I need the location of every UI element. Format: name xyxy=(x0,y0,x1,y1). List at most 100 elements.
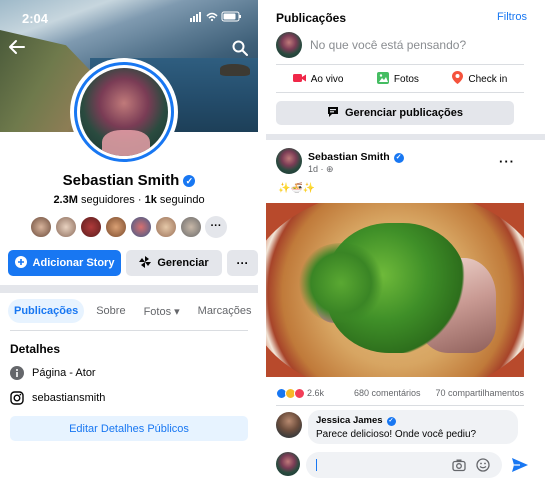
following-label: seguindo xyxy=(159,194,205,206)
signal-wifi-battery-icon xyxy=(190,11,241,22)
tab-publicacoes[interactable]: Publicações xyxy=(8,299,85,323)
friend-avatar[interactable] xyxy=(55,216,77,238)
profile-panel: 2:04 Sebastian Smith ✓ 2.3M seguidores ·… xyxy=(0,0,258,500)
composer-avatar[interactable] xyxy=(276,32,302,58)
feed-section-divider xyxy=(266,134,545,140)
comment-input[interactable] xyxy=(306,452,502,478)
story-ring xyxy=(74,62,174,162)
instagram-handle: sebastiansmith xyxy=(32,392,106,404)
add-story-label: Adicionar Story xyxy=(32,257,115,269)
pinwheel-icon xyxy=(139,255,152,271)
reply-avatar xyxy=(276,452,300,476)
details-title: Detalhes xyxy=(10,342,61,356)
profile-name-row: Sebastian Smith ✓ xyxy=(0,172,258,189)
post-options-icon[interactable]: ··· xyxy=(499,154,515,169)
followers-label: seguidores xyxy=(80,194,135,206)
checkin-label: Check in xyxy=(468,73,508,85)
tab-sobre[interactable]: Sobre xyxy=(90,299,131,323)
feed-header: Publicações xyxy=(276,11,347,25)
following-count: 1k xyxy=(144,194,157,206)
bottom-space xyxy=(0,452,258,500)
live-button[interactable]: Ao vivo xyxy=(292,70,344,88)
status-time: 2:04 xyxy=(22,11,49,26)
tab-marcacoes[interactable]: Marcações xyxy=(192,299,258,323)
friend-avatar[interactable] xyxy=(155,216,177,238)
send-icon[interactable] xyxy=(511,456,529,474)
feed-panel: Publicações Filtros No que você está pen… xyxy=(266,0,545,500)
friend-avatar[interactable] xyxy=(80,216,102,238)
friends-avatars[interactable]: ··· xyxy=(30,216,230,238)
photos-button[interactable]: Fotos xyxy=(376,70,419,88)
manage-posts-label: Gerenciar publicações xyxy=(345,107,463,119)
verified-badge-icon: ✓ xyxy=(386,417,396,426)
live-label: Ao vivo xyxy=(310,73,344,85)
reactions-bar: 2.6k 680 comentários 70 compartilhamento… xyxy=(276,386,524,400)
friend-avatar[interactable] xyxy=(130,216,152,238)
info-icon xyxy=(10,366,24,380)
back-arrow-icon[interactable] xyxy=(6,38,28,60)
post-author-avatar[interactable] xyxy=(276,148,302,174)
verified-badge-icon: ✓ xyxy=(183,175,196,187)
manage-posts-button[interactable]: Gerenciar publicações xyxy=(276,101,514,125)
friend-avatar[interactable] xyxy=(105,216,127,238)
post-caption: ✨🍜✨ xyxy=(278,183,316,194)
post-time[interactable]: 1d · ⊕ xyxy=(308,164,334,175)
location-pin-icon xyxy=(452,71,464,87)
friend-avatar[interactable] xyxy=(180,216,202,238)
post-author-row[interactable]: Sebastian Smith ✓ xyxy=(308,151,404,163)
commenter-avatar[interactable] xyxy=(276,412,302,438)
reactions-divider xyxy=(276,405,524,406)
love-reaction-icon xyxy=(294,387,305,399)
tabs-divider xyxy=(10,330,248,331)
page-type-text: Página - Ator xyxy=(32,367,96,379)
comments-count[interactable]: 680 comentários xyxy=(354,388,421,398)
emoji-icon[interactable] xyxy=(476,458,490,472)
followers-count: 2.3M xyxy=(53,194,78,206)
manage-label: Gerenciar xyxy=(157,257,209,269)
composer-actions: Ao vivo Fotos Check in xyxy=(276,70,524,88)
comment-author-name[interactable]: Jessica James xyxy=(316,415,383,426)
composer-divider xyxy=(276,64,524,65)
more-options-button[interactable]: ··· xyxy=(227,250,258,276)
text-caret xyxy=(316,459,317,471)
cover-rocks xyxy=(220,64,250,76)
reaction-count[interactable]: 2.6k xyxy=(307,388,324,398)
camera-icon[interactable] xyxy=(452,458,466,472)
profile-photo xyxy=(80,68,168,156)
tab-fotos[interactable]: Fotos ▾ xyxy=(138,299,186,324)
search-icon[interactable] xyxy=(232,40,250,58)
photos-icon xyxy=(376,71,389,87)
edit-public-details-button[interactable]: Editar Detalhes Públicos xyxy=(10,416,248,441)
detail-instagram[interactable]: sebastiansmith xyxy=(10,390,248,406)
comment-text: Parece delicioso! Onde você pediu? xyxy=(316,429,477,440)
chat-bubble-icon xyxy=(327,106,339,121)
profile-tabs: Publicações Sobre Fotos ▾ Marcações xyxy=(8,298,258,324)
actions-divider xyxy=(276,92,524,93)
add-story-button[interactable]: Adicionar Story xyxy=(8,250,121,276)
verified-badge-icon: ✓ xyxy=(393,153,404,163)
filters-link[interactable]: Filtros xyxy=(497,11,527,23)
profile-actions: Adicionar Story Gerenciar ··· xyxy=(8,250,258,276)
comment-bubble[interactable]: Jessica James ✓ Parece delicioso! Onde vo… xyxy=(308,410,518,444)
post-photo[interactable] xyxy=(266,203,524,377)
panel-gutter xyxy=(258,0,266,500)
profile-avatar[interactable] xyxy=(70,58,178,166)
followers-dot: · xyxy=(137,194,142,206)
shares-count[interactable]: 70 compartilhamentos xyxy=(435,388,524,398)
followers-line[interactable]: 2.3M seguidores · 1k seguindo xyxy=(0,194,258,206)
plus-circle-icon xyxy=(14,255,27,271)
status-icons xyxy=(190,11,242,25)
detail-page-type: Página - Ator xyxy=(10,365,248,381)
instagram-icon xyxy=(10,391,24,405)
friend-avatar[interactable] xyxy=(30,216,52,238)
composer-input[interactable]: No que você está pensando? xyxy=(310,38,466,52)
section-divider xyxy=(0,285,258,293)
checkin-button[interactable]: Check in xyxy=(452,70,507,88)
post-author-name: Sebastian Smith xyxy=(308,151,390,163)
manage-button[interactable]: Gerenciar xyxy=(126,250,222,276)
reaction-icons[interactable] xyxy=(276,387,305,399)
photos-label: Fotos xyxy=(393,73,419,85)
cilantro-leaves xyxy=(296,243,386,323)
profile-name: Sebastian Smith xyxy=(62,172,180,189)
more-friends-button[interactable]: ··· xyxy=(205,216,227,238)
